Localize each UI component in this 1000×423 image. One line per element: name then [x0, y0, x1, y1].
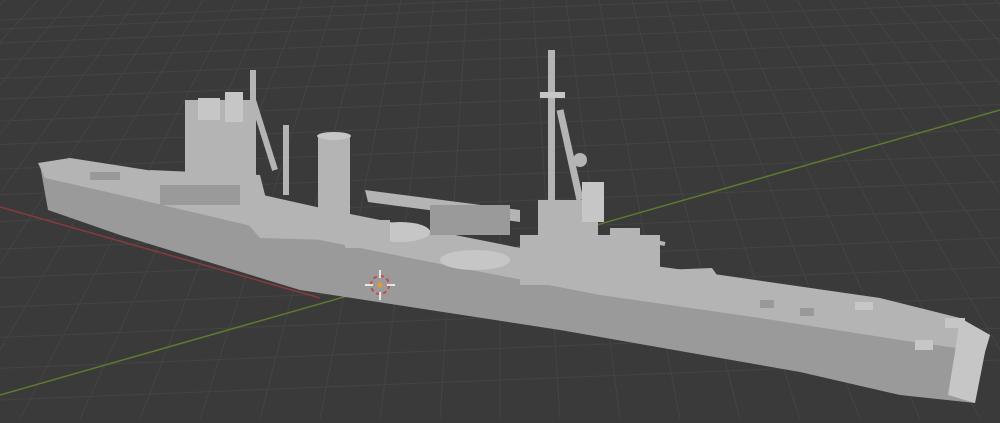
viewport-canvas[interactable] [0, 0, 1000, 420]
bow-fitting-3 [945, 318, 965, 328]
fore-mast-2 [283, 125, 289, 195]
fore-mast [250, 70, 256, 180]
turret-forward [662, 268, 722, 300]
bridge-top [198, 98, 220, 120]
aft-deck-fitting [90, 172, 120, 180]
funnel-cap [317, 132, 351, 140]
deck-fitting-5 [800, 308, 814, 316]
aft-tower-upper [582, 182, 604, 222]
turret-upper [610, 228, 640, 250]
ship-boat-2 [440, 250, 510, 270]
main-mast [548, 50, 555, 210]
bridge-window-row [160, 185, 240, 205]
bow-fitting-1 [855, 302, 873, 310]
object-origin-icon [377, 282, 383, 288]
funnel [318, 135, 350, 220]
searchlight [573, 153, 587, 167]
3d-viewport[interactable] [0, 0, 1000, 420]
bridge-top-2 [225, 92, 243, 122]
main-mast-crossbar [540, 92, 565, 98]
midships-house [345, 220, 390, 248]
catapult-frame [430, 205, 510, 235]
bow-fitting-2 [915, 340, 933, 350]
deck-fitting-4 [760, 300, 774, 308]
